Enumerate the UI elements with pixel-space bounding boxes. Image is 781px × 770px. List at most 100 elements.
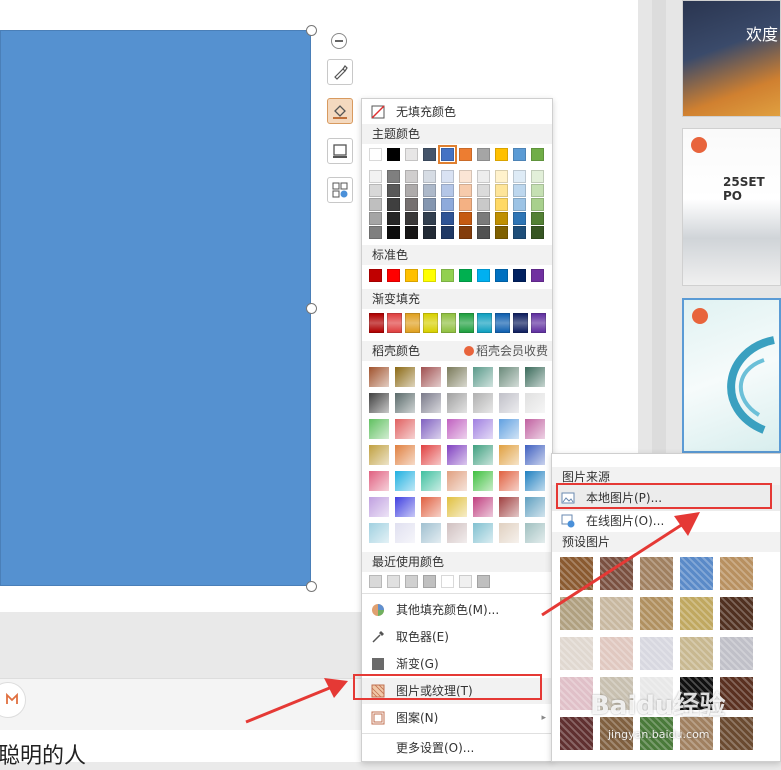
docer-color-swatch[interactable] [499,367,519,387]
theme-shade-swatch[interactable] [405,170,418,183]
shape-effects-button[interactable] [327,177,353,203]
gradient-fill-swatch[interactable] [441,313,456,333]
theme-shade-swatch[interactable] [495,212,508,225]
slide-thumbnail-2[interactable]: 25SET PO [682,128,781,286]
standard-color-swatch[interactable] [387,269,400,282]
docer-color-swatch[interactable] [447,445,467,465]
theme-shade-swatch[interactable] [531,170,544,183]
preset-texture-swatch[interactable] [720,557,753,590]
theme-shade-swatch[interactable] [405,226,418,239]
theme-color-swatch[interactable] [405,148,418,161]
docer-color-swatch[interactable] [447,471,467,491]
preset-texture-swatch[interactable] [600,637,633,670]
fill-button[interactable] [327,98,353,124]
theme-shade-swatch[interactable] [459,198,472,211]
no-fill-item[interactable]: 无填充颜色 [362,99,552,125]
theme-shade-swatch[interactable] [477,198,490,211]
docer-color-swatch[interactable] [447,367,467,387]
collapse-toolbar-icon[interactable] [331,33,347,49]
theme-shade-swatch[interactable] [369,184,382,197]
pattern-item[interactable]: 图案(N) ▸ [362,705,552,731]
preset-texture-swatch[interactable] [560,717,593,750]
standard-color-swatch[interactable] [369,269,382,282]
theme-shade-swatch[interactable] [369,198,382,211]
theme-shade-swatch[interactable] [423,184,436,197]
preset-texture-swatch[interactable] [560,677,593,710]
theme-shade-swatch[interactable] [387,226,400,239]
theme-shade-swatch[interactable] [459,212,472,225]
recent-color-swatch[interactable] [369,575,382,588]
theme-shade-swatch[interactable] [477,226,490,239]
theme-color-swatch[interactable] [369,148,382,161]
theme-shade-swatch[interactable] [369,170,382,183]
gradient-fill-swatch[interactable] [513,313,528,333]
docer-color-swatch[interactable] [421,419,441,439]
more-settings-item[interactable]: 更多设置(O)... [362,735,552,761]
theme-shade-swatch[interactable] [531,198,544,211]
theme-shade-swatch[interactable] [513,212,526,225]
docer-color-swatch[interactable] [525,471,545,491]
theme-shade-swatch[interactable] [477,212,490,225]
theme-color-swatch[interactable] [438,145,457,164]
preset-texture-swatch[interactable] [720,637,753,670]
theme-shade-swatch[interactable] [423,198,436,211]
docer-color-swatch[interactable] [499,497,519,517]
docer-color-swatch[interactable] [369,367,389,387]
selected-rectangle-shape[interactable] [0,30,311,586]
resize-handle-right[interactable] [306,303,317,314]
docer-color-swatch[interactable] [525,393,545,413]
theme-color-swatch[interactable] [531,148,544,161]
theme-shade-swatch[interactable] [441,198,454,211]
docer-color-swatch[interactable] [525,419,545,439]
format-brush-button[interactable] [327,59,353,85]
standard-color-swatch[interactable] [495,269,508,282]
theme-color-swatch[interactable] [495,148,508,161]
gradient-fill-swatch[interactable] [495,313,510,333]
theme-shade-swatch[interactable] [477,170,490,183]
gradient-fill-swatch[interactable] [477,313,492,333]
preset-texture-swatch[interactable] [560,637,593,670]
theme-shade-swatch[interactable] [423,170,436,183]
recent-color-swatch[interactable] [477,575,490,588]
theme-color-swatch[interactable] [513,148,526,161]
docer-color-swatch[interactable] [473,445,493,465]
slide-thumbnail-3[interactable] [682,298,781,453]
theme-shade-swatch[interactable] [441,212,454,225]
resize-handle-top-right[interactable] [306,25,317,36]
recent-color-swatch[interactable] [459,575,472,588]
docer-color-swatch[interactable] [421,393,441,413]
gradient-fill-swatch[interactable] [423,313,438,333]
docer-color-swatch[interactable] [525,445,545,465]
gradient-fill-swatch[interactable] [387,313,402,333]
docer-color-swatch[interactable] [395,367,415,387]
theme-shade-swatch[interactable] [531,212,544,225]
docer-color-swatch[interactable] [499,471,519,491]
theme-shade-swatch[interactable] [513,226,526,239]
docer-color-swatch[interactable] [421,471,441,491]
docer-color-swatch[interactable] [447,393,467,413]
theme-shade-swatch[interactable] [495,198,508,211]
docer-color-swatch[interactable] [369,393,389,413]
docer-color-swatch[interactable] [421,367,441,387]
docer-color-swatch[interactable] [447,497,467,517]
docer-color-swatch[interactable] [473,497,493,517]
preset-texture-swatch[interactable] [680,637,713,670]
theme-color-swatch[interactable] [387,148,400,161]
docer-color-swatch[interactable] [499,523,519,543]
theme-shade-swatch[interactable] [405,184,418,197]
standard-color-swatch[interactable] [405,269,418,282]
theme-color-swatch[interactable] [477,148,490,161]
theme-shade-swatch[interactable] [513,170,526,183]
docer-color-swatch[interactable] [421,445,441,465]
recent-color-swatch[interactable] [387,575,400,588]
docer-color-swatch[interactable] [473,419,493,439]
docer-color-swatch[interactable] [421,497,441,517]
theme-shade-swatch[interactable] [369,226,382,239]
docer-color-swatch[interactable] [447,523,467,543]
theme-shade-swatch[interactable] [405,198,418,211]
standard-color-swatch[interactable] [513,269,526,282]
recent-color-swatch[interactable] [441,575,454,588]
theme-shade-swatch[interactable] [387,170,400,183]
recent-color-swatch[interactable] [423,575,436,588]
preset-texture-swatch[interactable] [640,637,673,670]
